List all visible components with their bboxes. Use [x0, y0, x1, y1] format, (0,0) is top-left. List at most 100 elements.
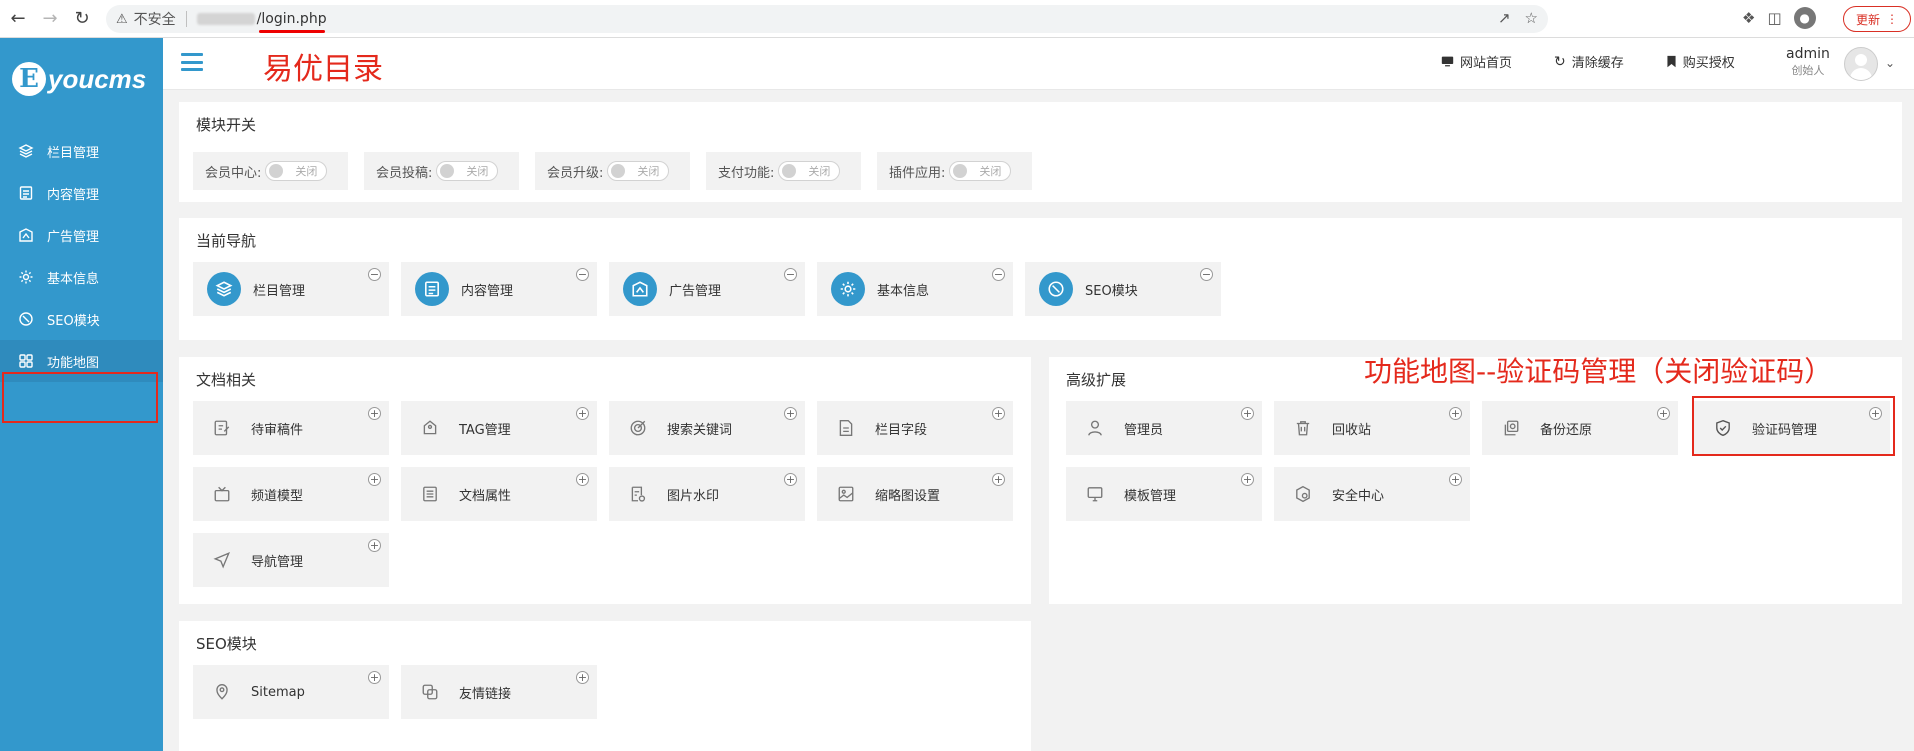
switch-member-submit: 会员投稿: 关闭: [364, 152, 519, 190]
card-channel-model[interactable]: 频道模型 +: [193, 467, 389, 521]
sidebar-item-basic-info[interactable]: 基本信息: [0, 256, 163, 298]
forward-icon[interactable]: →: [36, 5, 64, 33]
logo[interactable]: E youcms: [12, 62, 146, 96]
switch-label: 插件应用:: [889, 165, 946, 181]
nav-card-basic-info[interactable]: 基本信息 −: [817, 262, 1013, 316]
remove-icon[interactable]: −: [576, 268, 589, 281]
card-friend-links[interactable]: 友情链接 +: [401, 665, 597, 719]
add-icon[interactable]: +: [1449, 407, 1462, 420]
security-icon: [1288, 479, 1318, 509]
add-icon[interactable]: +: [784, 473, 797, 486]
card-label: 待审稿件: [251, 422, 304, 438]
card-search-keywords[interactable]: 搜索关键词 +: [609, 401, 805, 455]
toggle-switch[interactable]: 关闭: [949, 161, 1012, 181]
sidebar-item-label: 基本信息: [47, 271, 100, 287]
card-pending-drafts[interactable]: 待审稿件 +: [193, 401, 389, 455]
sidebar-item-ads[interactable]: 广告管理: [0, 214, 163, 256]
avatar[interactable]: [1844, 47, 1878, 81]
logo-e-icon: E: [12, 62, 46, 96]
sidebar-item-content[interactable]: 内容管理: [0, 172, 163, 214]
add-icon[interactable]: +: [992, 473, 1005, 486]
toggle-switch[interactable]: 关闭: [265, 161, 328, 181]
remove-icon[interactable]: −: [992, 268, 1005, 281]
profile-icon[interactable]: ●: [1793, 7, 1816, 29]
card-sitemap[interactable]: Sitemap +: [193, 665, 389, 719]
website-home-link[interactable]: 网站首页: [1441, 52, 1512, 71]
gear-icon: [18, 269, 34, 285]
nav-card-seo[interactable]: SEO模块 −: [1025, 262, 1221, 316]
add-icon[interactable]: +: [576, 671, 589, 684]
card-label: 搜索关键词: [667, 422, 733, 438]
add-icon[interactable]: +: [368, 407, 381, 420]
more-icon: ⋮: [1886, 12, 1898, 26]
panel-title: 高级扩展: [1066, 371, 1127, 389]
remove-icon[interactable]: −: [784, 268, 797, 281]
add-icon[interactable]: +: [1241, 407, 1254, 420]
switch-label: 会员中心:: [205, 165, 262, 181]
add-icon[interactable]: +: [1241, 473, 1254, 486]
card-backup-restore[interactable]: 备份还原 +: [1482, 401, 1678, 455]
card-label: 管理员: [1124, 422, 1164, 438]
remove-icon[interactable]: −: [1200, 268, 1213, 281]
card-security-center[interactable]: 安全中心 +: [1274, 467, 1470, 521]
toggle-switch[interactable]: 关闭: [778, 161, 841, 181]
nav-card-column[interactable]: 栏目管理 −: [193, 262, 389, 316]
add-icon[interactable]: +: [992, 407, 1005, 420]
menu-toggle-icon[interactable]: [181, 53, 203, 71]
update-button[interactable]: 更新 ⋮: [1843, 6, 1911, 32]
add-icon[interactable]: +: [368, 539, 381, 552]
remove-icon[interactable]: −: [368, 268, 381, 281]
clear-cache-link[interactable]: ↻ 清除缓存: [1554, 52, 1624, 72]
card-recycle-bin[interactable]: 回收站 +: [1274, 401, 1470, 455]
doc-related-panel: 文档相关 待审稿件 + TAG管理 + 搜索关键词 + 栏目字段 + 频道模型 …: [179, 357, 1031, 604]
refresh-icon: ↻: [1554, 53, 1566, 70]
toggle-switch[interactable]: 关闭: [607, 161, 670, 181]
annotation-title: 易优目录: [263, 52, 383, 87]
layers-icon: [18, 143, 34, 159]
nav-card-ads[interactable]: 广告管理 −: [609, 262, 805, 316]
link-icon: [415, 677, 445, 707]
card-label: 文档属性: [459, 488, 512, 504]
card-tag-manage[interactable]: TAG管理 +: [401, 401, 597, 455]
add-icon[interactable]: +: [784, 407, 797, 420]
user-info[interactable]: admin 创始人: [1786, 46, 1830, 78]
add-icon[interactable]: +: [1449, 473, 1462, 486]
card-nav-manage[interactable]: 导航管理 +: [193, 533, 389, 587]
panel-title: 文档相关: [196, 371, 257, 389]
add-icon[interactable]: +: [368, 473, 381, 486]
chevron-down-icon[interactable]: ⌄: [1885, 56, 1895, 70]
card-label: 缩略图设置: [875, 488, 941, 504]
back-icon[interactable]: ←: [4, 5, 32, 33]
add-icon[interactable]: +: [576, 473, 589, 486]
extension-icon[interactable]: ❖: [1742, 9, 1755, 27]
bookmark-icon: [1667, 55, 1676, 68]
sidebar-item-seo[interactable]: SEO模块: [0, 298, 163, 340]
card-image-watermark[interactable]: 图片水印 +: [609, 467, 805, 521]
switch-member-upgrade: 会员升级: 关闭: [535, 152, 690, 190]
address-bar[interactable]: ⚠ 不安全 /login.php ↗ ☆: [106, 5, 1548, 33]
monitor-icon: [1080, 479, 1110, 509]
card-doc-attributes[interactable]: 文档属性 +: [401, 467, 597, 521]
add-icon[interactable]: +: [368, 671, 381, 684]
nav-card-content[interactable]: 内容管理 −: [401, 262, 597, 316]
update-label: 更新: [1855, 12, 1880, 27]
add-icon[interactable]: +: [1657, 407, 1670, 420]
card-thumbnail-settings[interactable]: 缩略图设置 +: [817, 467, 1013, 521]
reload-icon[interactable]: ↻: [68, 5, 96, 33]
share-icon[interactable]: ↗: [1498, 9, 1511, 27]
card-label: Sitemap: [251, 684, 305, 700]
card-admin[interactable]: 管理员 +: [1066, 401, 1262, 455]
side-panel-icon[interactable]: ◫: [1767, 9, 1781, 27]
card-label: 安全中心: [1332, 488, 1385, 504]
toggle-switch[interactable]: 关闭: [436, 161, 499, 181]
card-label: SEO模块: [1085, 283, 1138, 299]
buy-license-link[interactable]: 购买授权: [1666, 52, 1735, 71]
sidebar-item-column[interactable]: 栏目管理: [0, 130, 163, 172]
card-column-fields[interactable]: 栏目字段 +: [817, 401, 1013, 455]
seo-icon: [18, 311, 34, 327]
add-icon[interactable]: +: [576, 407, 589, 420]
card-template-manage[interactable]: 模板管理 +: [1066, 467, 1262, 521]
sidebar-item-label: 栏目管理: [47, 145, 100, 161]
star-icon[interactable]: ☆: [1525, 9, 1538, 27]
seo-panel: SEO模块 Sitemap + 友情链接 +: [179, 621, 1031, 751]
